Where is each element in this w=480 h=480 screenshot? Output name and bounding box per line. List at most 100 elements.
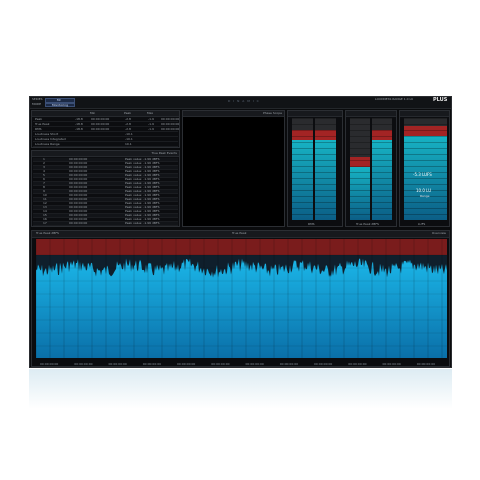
time-tick-label: 00:00:00:00 <box>109 362 127 366</box>
meter-gridline <box>404 154 447 155</box>
rms-meter-right <box>315 118 336 220</box>
meter-gridline <box>292 202 313 203</box>
series-label: SERIES <box>32 97 43 101</box>
stats-cell: -10.1 <box>125 137 133 141</box>
stats-row: Loudness Range 10.1 <box>33 143 178 147</box>
meter-gridline <box>315 196 336 197</box>
meter-gridline <box>404 184 447 185</box>
meter-gridline <box>315 172 336 173</box>
meter-gridline <box>315 190 336 191</box>
meter-gridline <box>404 148 447 149</box>
timeline-title: True Peak <box>232 231 247 235</box>
stats-cell: 00:00:00:00 <box>161 127 180 131</box>
event-cell: 00:00:00:00 <box>69 221 88 225</box>
meter-gridline <box>350 172 370 173</box>
meter-peak-zone <box>372 130 392 140</box>
monitoring-tab[interactable]: Monitoring <box>45 103 75 107</box>
meter-gridline <box>350 154 370 155</box>
meter-gridline <box>292 136 313 137</box>
meter-gridline <box>350 160 370 161</box>
meter-gridline <box>292 130 313 131</box>
meter-gridline <box>315 142 336 143</box>
truepeak-meter-label: True Peak dBFS <box>356 222 379 226</box>
meter-gridline <box>315 118 336 119</box>
meter-gridline <box>315 154 336 155</box>
meter-gridline <box>404 130 447 131</box>
time-tick-label: 00:00:00:00 <box>177 362 195 366</box>
meter-gridline <box>404 178 447 179</box>
stats-cell: -10.1 <box>125 132 133 136</box>
meter-gridline <box>315 184 336 185</box>
meter-gridline <box>292 208 313 209</box>
loudness-meter-panel: -5.3 LUFS 10.0 LU Range LUFS <box>399 110 450 227</box>
meter-gridline <box>372 190 392 191</box>
timeline-right-label: Overview <box>431 231 446 235</box>
meter-gridline <box>404 160 447 161</box>
meter-gridline <box>350 130 370 131</box>
alert-band <box>36 239 447 255</box>
meter-gridline <box>292 148 313 149</box>
meter-gridline <box>372 208 392 209</box>
logo: PLUS <box>433 97 448 103</box>
rms-meter-panel: RMS <box>287 110 343 227</box>
meter-gridline <box>315 148 336 149</box>
loudness-range-info: LOUDNESS RANGE 1.0 LU <box>375 97 414 101</box>
meter-gridline <box>372 118 392 119</box>
phase-scope-panel: Phase Scope <box>182 110 285 227</box>
meter-peak-zone <box>404 126 447 136</box>
stats-cell: -2.8 <box>125 117 131 121</box>
meter-peak-zone <box>315 130 336 140</box>
mode-label: MODE <box>32 102 42 106</box>
meter-gridline <box>350 136 370 137</box>
timeline-left-label: True Peak dBFS <box>36 231 59 235</box>
meter-gridline <box>292 142 313 143</box>
time-tick-label: 00:00:00:00 <box>417 362 435 366</box>
stats-col-header: Min <box>90 111 96 115</box>
stats-cell: -18.8 <box>75 122 83 126</box>
stats-cell: 00:00:00:00 <box>91 117 110 121</box>
screen-reflection <box>29 369 452 409</box>
meter-gridline <box>372 130 392 131</box>
meter-gridline <box>404 124 447 125</box>
loudness-meter <box>404 118 447 220</box>
time-tick-label: 00:00:00:00 <box>246 362 264 366</box>
app-window: SERIES MODE Mr Monitoring D I N A M I C … <box>29 96 452 368</box>
stats-col-header: Peak <box>124 111 132 115</box>
meter-gridline <box>292 160 313 161</box>
meter-gridline <box>350 184 370 185</box>
scope-header: Phase Scope <box>183 111 284 117</box>
loudness-readout: -5.3 LUFS <box>413 172 432 177</box>
truepeak-meter-panel: True Peak dBFS <box>345 110 397 227</box>
event-cell: Peak value: -1.96 dBFS <box>125 221 160 225</box>
meter-gridline <box>292 190 313 191</box>
meter-gridline <box>404 166 447 167</box>
truepeak-meter-right <box>372 118 392 220</box>
meter-gridline <box>292 124 313 125</box>
brand-title: D I N A M I C <box>228 99 260 103</box>
waveform-graph[interactable]: 00:00:00:00 00:00:00:00 00:00:00:00 00:00:0… <box>32 237 451 368</box>
event-row[interactable]: 17 00:00:00:00 Peak value: -1.96 dBFS <box>33 222 178 226</box>
timeline-panel: True Peak dBFS True Peak Overview 00:00:… <box>31 230 450 367</box>
meter-gridline <box>404 136 447 137</box>
meter-gridline <box>372 154 392 155</box>
event-cell: 17 <box>43 221 47 225</box>
time-tick-label: 00:00:00:00 <box>40 362 58 366</box>
meter-gridline <box>350 166 370 167</box>
time-tick-label: 00:00:00:00 <box>74 362 92 366</box>
meter-gridline <box>292 154 313 155</box>
meter-gridline <box>404 118 447 119</box>
meter-gridline <box>372 148 392 149</box>
meter-gridline <box>350 202 370 203</box>
meter-gridline <box>315 214 336 215</box>
meter-gridline <box>315 178 336 179</box>
stats-col-header: Max <box>147 111 154 115</box>
meter-gridline <box>404 142 447 143</box>
meter-gridline <box>350 196 370 197</box>
top-bar: SERIES MODE Mr Monitoring D I N A M I C … <box>30 97 451 109</box>
meter-gridline <box>292 196 313 197</box>
stats-panel: Min Peak Max Peak -18.8 00:00:00:00 -2.8 -1.9 00… <box>31 110 180 148</box>
loudness-meter-label: LUFS <box>418 222 426 226</box>
meter-gridline <box>350 214 370 215</box>
stats-cell: 00:00:00:00 <box>91 122 110 126</box>
time-tick-label: 00:00:00:00 <box>280 362 298 366</box>
